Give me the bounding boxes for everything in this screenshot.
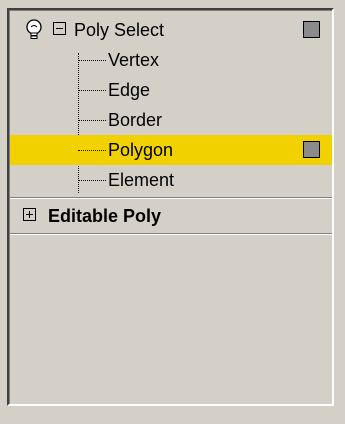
poly-select-label: Poly Select bbox=[74, 20, 165, 40]
editable-poly-label: Editable Poly bbox=[48, 206, 162, 226]
tree-branch bbox=[78, 150, 106, 151]
subobject-polygon[interactable]: Polygon bbox=[10, 135, 332, 165]
subobject-label: Edge bbox=[108, 80, 151, 100]
stack-item-editable-poly[interactable]: Editable Poly bbox=[10, 201, 332, 231]
subobject-label: Polygon bbox=[108, 140, 174, 160]
modifier-stack-panel: Poly Select Vertex Edge Border Polygon E… bbox=[7, 8, 334, 406]
subobject-label: Element bbox=[108, 170, 175, 190]
subobject-vertex[interactable]: Vertex bbox=[10, 45, 332, 75]
tree-branch bbox=[78, 90, 106, 91]
minus-box-icon[interactable] bbox=[53, 22, 66, 35]
tree-branch bbox=[78, 180, 106, 181]
subobject-element[interactable]: Element bbox=[10, 165, 332, 195]
stack-separator bbox=[10, 197, 332, 199]
poly-select-color-swatch bbox=[303, 21, 320, 38]
tree-branch bbox=[78, 60, 106, 61]
tree-branch bbox=[78, 120, 106, 121]
subobject-label: Border bbox=[108, 110, 163, 130]
subobject-edge[interactable]: Edge bbox=[10, 75, 332, 105]
stack-separator bbox=[10, 233, 332, 235]
modifier-stack-list[interactable]: Poly Select Vertex Edge Border Polygon E… bbox=[9, 10, 332, 404]
polygon-color-swatch bbox=[303, 141, 320, 158]
subobject-border[interactable]: Border bbox=[10, 105, 332, 135]
stack-item-poly-select[interactable]: Poly Select bbox=[10, 15, 332, 45]
plus-box-icon[interactable] bbox=[23, 208, 36, 221]
subobject-label: Vertex bbox=[108, 50, 160, 70]
